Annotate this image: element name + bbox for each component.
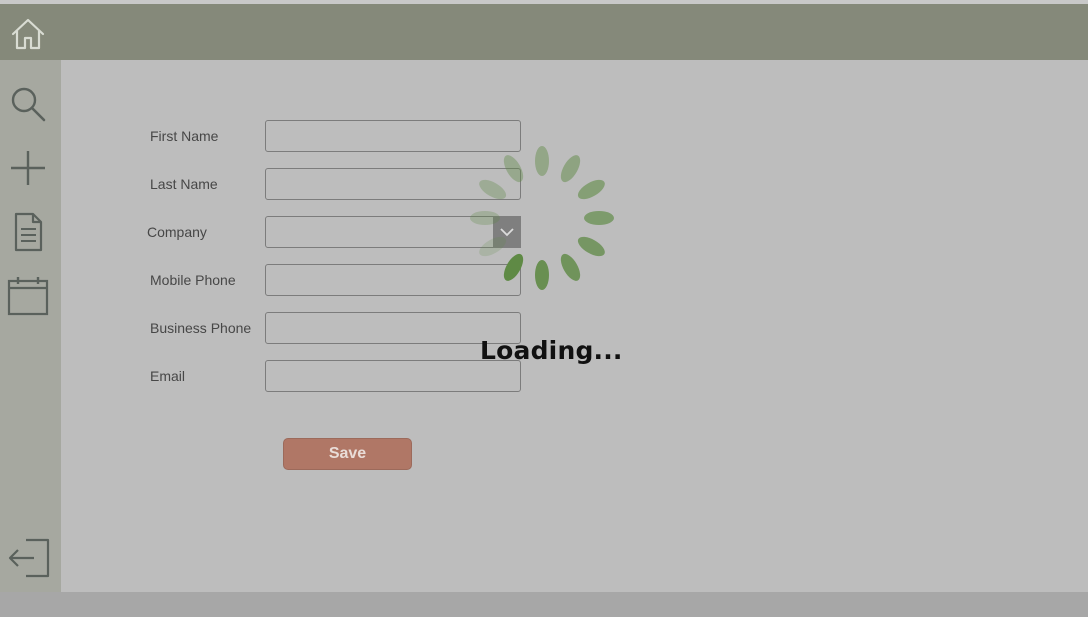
email-label: Email xyxy=(150,368,186,384)
spinner-petal xyxy=(470,211,500,225)
calendar-button[interactable] xyxy=(5,274,51,318)
bottom-bar xyxy=(0,592,1088,617)
app-window: First Name Last Name Company Mobile Phon… xyxy=(0,0,1088,617)
home-button[interactable] xyxy=(6,14,50,54)
calendar-icon xyxy=(7,277,49,316)
spinner-petal xyxy=(560,155,581,183)
plus-icon xyxy=(11,151,45,185)
sign-out-button[interactable] xyxy=(5,536,51,580)
mobile-phone-label: Mobile Phone xyxy=(150,272,236,288)
document-icon xyxy=(14,212,43,252)
spinner-petal xyxy=(503,155,524,183)
header-bar xyxy=(0,4,1088,60)
spinner-petal xyxy=(479,236,507,257)
document-button[interactable] xyxy=(5,210,51,254)
spinner-dots xyxy=(470,146,614,290)
add-button[interactable] xyxy=(5,146,51,190)
first-name-label: First Name xyxy=(150,128,219,144)
spinner-petal xyxy=(503,253,524,281)
sign-out-icon xyxy=(8,538,50,578)
spinner-petal xyxy=(479,179,507,200)
loading-spinner-icon xyxy=(470,146,614,290)
save-button[interactable]: Save xyxy=(283,438,412,470)
spinner-petal xyxy=(577,236,605,257)
sidebar xyxy=(0,60,61,592)
search-button[interactable] xyxy=(5,82,51,126)
spinner-petal xyxy=(535,146,549,176)
spinner-petal xyxy=(535,260,549,290)
search-icon xyxy=(11,87,46,122)
spinner-petal xyxy=(584,211,614,225)
company-label: Company xyxy=(147,224,207,240)
spinner-petal xyxy=(560,253,581,281)
loading-text: Loading... xyxy=(480,336,623,365)
spinner-petal xyxy=(577,179,605,200)
business-phone-label: Business Phone xyxy=(150,320,252,336)
home-icon xyxy=(11,18,45,50)
last-name-label: Last Name xyxy=(150,176,218,192)
